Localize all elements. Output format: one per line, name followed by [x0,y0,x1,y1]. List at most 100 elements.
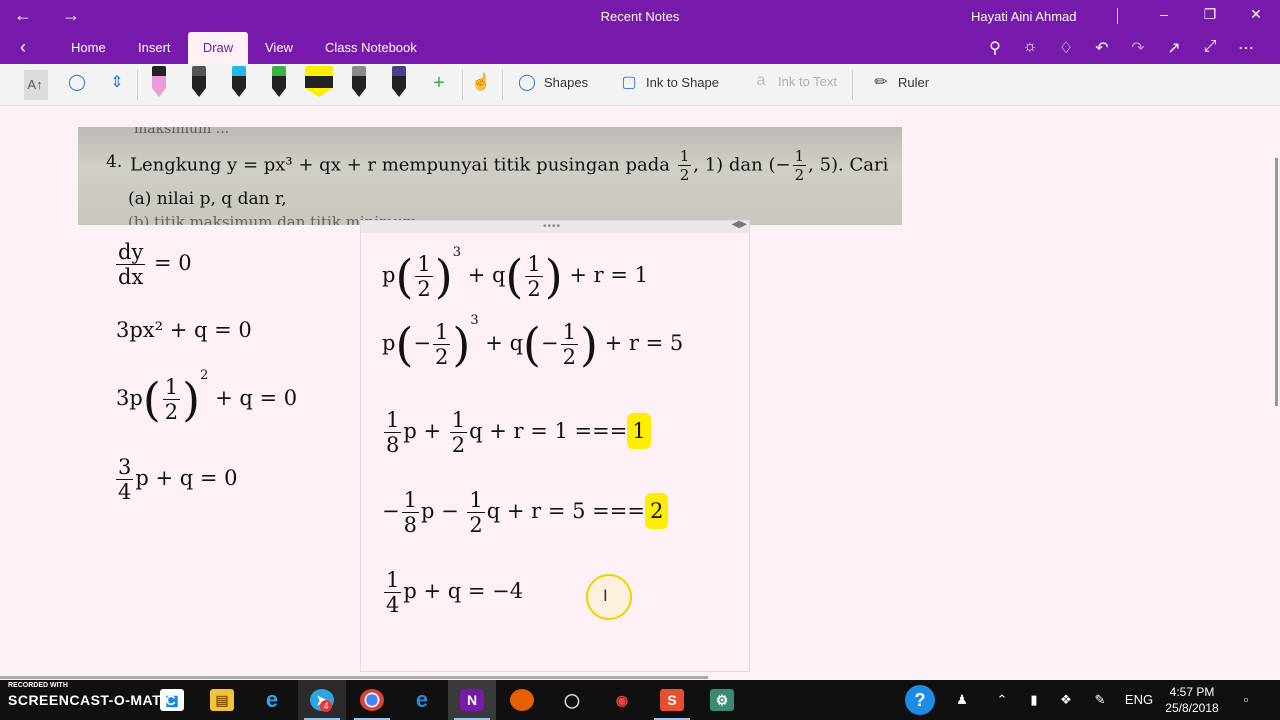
tab-insert[interactable]: Insert [126,32,183,64]
green-pen[interactable] [272,66,286,98]
internet-explorer-icon: e [265,687,279,712]
clock-date: 25/8/2018 [1165,701,1219,715]
yellow-highlighter[interactable] [305,66,333,98]
dropbox-icon[interactable]: ❖ [1054,680,1078,720]
gray-pen[interactable] [352,66,366,98]
photo-clipped-top-text: maksimum ... [134,127,230,137]
purple-pen[interactable] [392,66,406,98]
left-eq-2[interactable]: 3px² + q = 0 [116,318,252,342]
black-pen[interactable] [192,66,206,98]
pen-workspace-icon[interactable]: ✎ [1088,680,1112,720]
share-icon[interactable]: ↗ [1164,38,1184,58]
ribbon-tabs: ‹ Home Insert Draw View Class Notebook ⚲… [0,32,1280,64]
cyan-pen[interactable] [232,66,246,98]
taskbar-settings-app[interactable]: ⚙ [698,680,746,720]
draw-toolbar: A↑ ◯ ⇕ + ☝ ◯ Shapes ▢ Ink to Shape a Ink to… [0,64,1280,106]
right-eq-1[interactable]: p(1 2)3 + q(1 2) + r = 1 [382,245,648,301]
restore-icon[interactable]: ❐ [1200,6,1220,23]
settings-app-icon: ⚙ [710,689,734,711]
drag-handle-icon[interactable]: •••• [543,221,561,232]
fullscreen-icon[interactable]: ⤢ [1200,38,1220,58]
action-center-icon[interactable]: ▫ [1234,680,1258,720]
people-icon[interactable]: ♟ [950,680,974,720]
close-icon[interactable]: ✕ [1246,6,1266,23]
tab-home[interactable]: Home [59,32,118,64]
navigation-back-icon[interactable]: ‹ [20,37,26,58]
touch-draw-icon: ☝ [471,74,491,91]
window-title: Recent Notes [600,9,680,24]
question-part-a: (a) nilai p, q dan r, [128,189,287,209]
add-space-tool[interactable]: ⇕ [106,72,128,98]
text-select-icon: A↑ [27,77,43,92]
taskbar-firefox[interactable] [498,680,546,720]
question-number: 4. [106,152,123,172]
plus-icon: + [433,72,445,94]
taskbar-chrome[interactable] [348,680,396,720]
tab-class-notebook[interactable]: Class Notebook [313,32,429,64]
taskbar-ie[interactable]: e [248,680,296,720]
paint-icon: ◉ [615,692,629,708]
ink-to-shape-button[interactable]: ▢ Ink to Shape [618,72,719,98]
taskbar-paint[interactable]: ◉ [598,680,646,720]
toolbar-separator [462,70,463,100]
taskbar: ▦ ▤ e ➤4 e N ◯ ◉ S ⚙ ? ♟ ⌃ ▮ ❖ ✎ ENG 4:5… [0,680,1280,720]
right-eq-2[interactable]: p(− 1 2)3 + q(− 1 2) + r = 5 [382,313,683,369]
taskbar-explorer[interactable]: ▤ [198,680,246,720]
left-eq-4[interactable]: 34p + q = 0 [114,455,238,504]
question-photo[interactable]: maksimum ... 4. Lengkung y = px³ + qx + … [78,127,902,225]
undo-icon[interactable]: ↶ [1092,38,1112,58]
language-indicator[interactable]: ENG [1124,680,1154,720]
taskbar-onenote[interactable]: N [448,680,496,720]
taskbar-search-app[interactable]: ◯ [548,680,596,720]
search-icon[interactable]: ⚲ [985,38,1005,58]
left-eq-1[interactable]: dy dx = 0 [114,240,192,289]
resize-arrows-icon[interactable]: ◀▶ [732,219,747,230]
right-eq-3[interactable]: 18p + 12q + r = 1 === 1 [382,408,651,457]
lasso-select-tool[interactable]: ◯ [66,72,88,98]
screencast-s-icon: S [660,689,684,711]
title-separator [1117,8,1118,24]
pink-pen[interactable] [152,66,166,98]
help-icon[interactable]: ? [904,680,936,720]
bell-icon[interactable]: ♢ [1056,38,1076,58]
lightbulb-icon[interactable]: ☼ [1020,38,1040,58]
recorder-watermark-caption: RECORDED WITH [8,682,68,689]
add-pen-button[interactable]: + [428,72,450,98]
app-search-icon: ◯ [564,692,580,708]
horizontal-scrollbar[interactable] [0,676,708,679]
toolbar-separator [852,70,853,100]
shapes-icon: ◯ [518,74,536,91]
battery-icon[interactable]: ▮ [1022,680,1046,720]
touch-drawing-toggle[interactable]: ☝ [470,72,492,98]
minimize-icon[interactable]: – [1154,6,1174,22]
tab-view[interactable]: View [253,32,305,64]
taskbar-screencast[interactable]: S [648,680,696,720]
tab-draw[interactable]: Draw [188,32,248,64]
right-eq-5[interactable]: 14p + q = −4 [382,568,523,617]
right-eq-4[interactable]: −1 8 p − 12q + r = 5 === 2 [382,488,669,537]
onenote-icon: N [460,689,484,711]
chevron-up-icon[interactable]: ⌃ [990,680,1014,720]
equation-tag-2: 2 [644,493,669,529]
type-select-tool[interactable]: A↑ [24,70,48,100]
taskbar-telegram[interactable]: ➤4 [298,680,346,720]
redo-icon[interactable]: ↷ [1128,38,1148,58]
ink-to-text-button[interactable]: a Ink to Text [750,72,837,98]
clock[interactable]: 4:57 PM 25/8/2018 [1160,684,1224,716]
equation-tag-1: 1 [627,413,651,449]
taskbar-edge[interactable]: e [398,680,446,720]
left-eq-3[interactable]: 3p(1 2)2 + q = 0 [116,368,297,424]
ruler-button[interactable]: ✏ Ruler [870,72,929,98]
user-name[interactable]: Hayati Aini Ahmad [971,9,1077,24]
recorder-watermark: SCREENCAST-O-MATIC [8,692,177,708]
folder-icon: ▤ [210,689,234,711]
lasso-icon: ◯ [68,74,86,91]
toolbar-separator [502,70,503,100]
vertical-scrollbar[interactable] [1275,158,1278,406]
more-icon[interactable]: ⋯ [1236,38,1256,58]
chrome-icon [360,689,384,711]
shapes-button[interactable]: ◯ Shapes [516,72,588,98]
ink-to-shape-icon: ▢ [621,74,637,91]
edge-icon: e [415,687,429,712]
ruler-icon: ✏ [874,74,888,91]
